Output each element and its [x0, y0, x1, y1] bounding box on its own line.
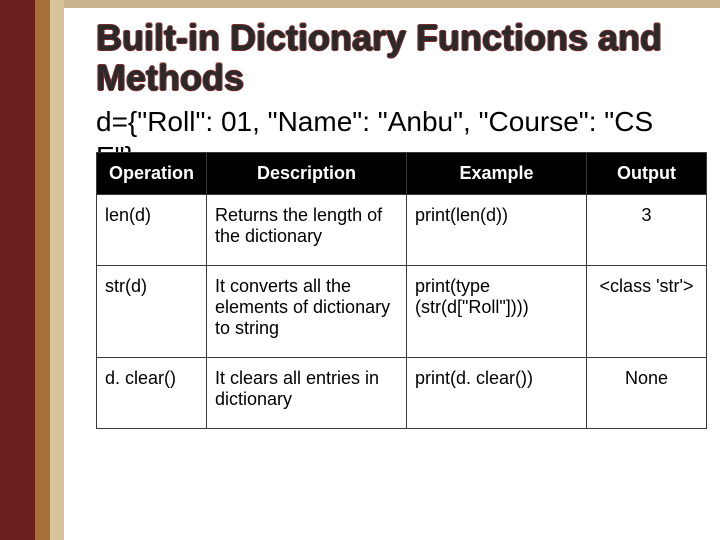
cell-description: It clears all entries in dictionary	[207, 357, 407, 428]
cell-output: 3	[587, 194, 707, 265]
cell-output: <class 'str'>	[587, 265, 707, 357]
cell-operation: len(d)	[97, 194, 207, 265]
cell-example: print(d. clear())	[407, 357, 587, 428]
page-title: Built-in Dictionary Functions and Method…	[96, 18, 680, 99]
slide: Built-in Dictionary Functions and Method…	[0, 0, 720, 540]
left-accent-stripe	[0, 0, 64, 540]
cell-output: None	[587, 357, 707, 428]
cell-operation: str(d)	[97, 265, 207, 357]
cell-example: print(type (str(d["Roll"])))	[407, 265, 587, 357]
cell-description: It converts all the elements of dictiona…	[207, 265, 407, 357]
th-description: Description	[207, 152, 407, 194]
table-row: d. clear() It clears all entries in dict…	[97, 357, 707, 428]
cell-operation: d. clear()	[97, 357, 207, 428]
dict-functions-table: Operation Description Example Output len…	[96, 152, 707, 429]
code-sample-line1: d={"Roll": 01, "Name": "Anbu", "Course":…	[96, 105, 680, 139]
cell-example: print(len(d))	[407, 194, 587, 265]
table-wrap: Operation Description Example Output len…	[96, 152, 680, 429]
th-output: Output	[587, 152, 707, 194]
th-operation: Operation	[97, 152, 207, 194]
table-row: len(d) Returns the length of the diction…	[97, 194, 707, 265]
table-row: str(d) It converts all the elements of d…	[97, 265, 707, 357]
table-header-row: Operation Description Example Output	[97, 152, 707, 194]
th-example: Example	[407, 152, 587, 194]
cell-description: Returns the length of the dictionary	[207, 194, 407, 265]
